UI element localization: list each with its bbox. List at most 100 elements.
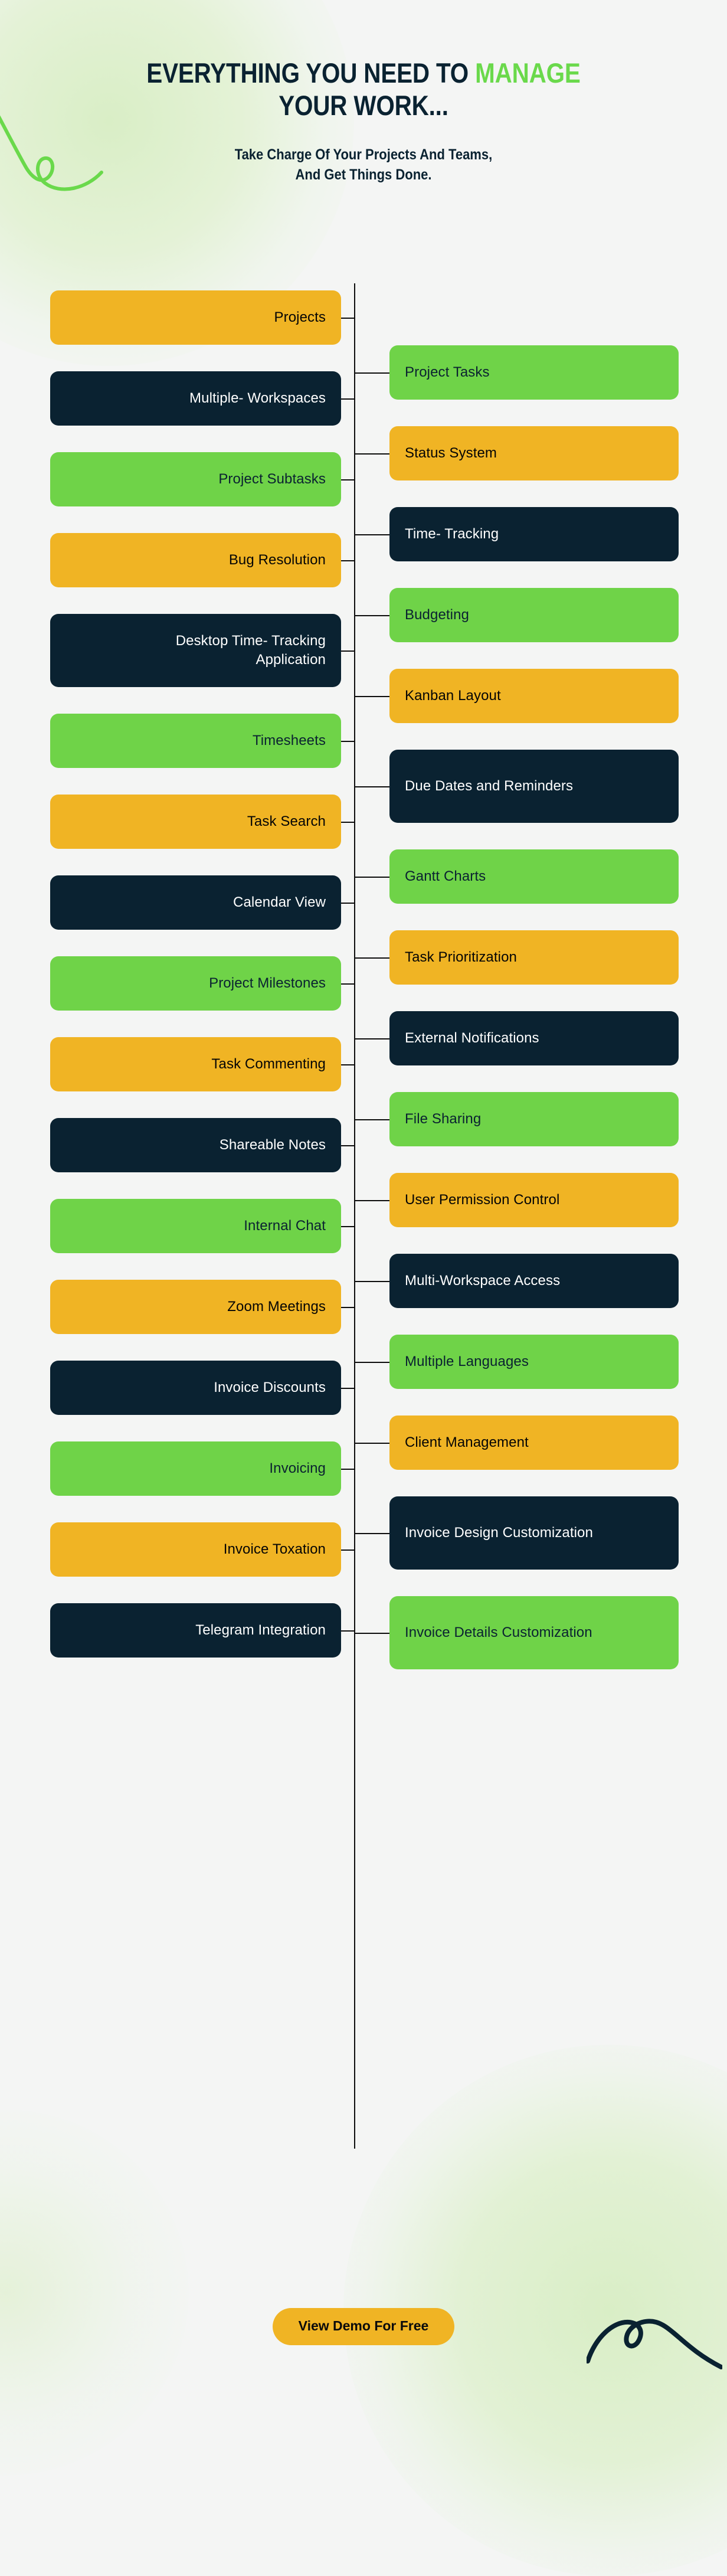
feature-card-left[interactable]: Zoom Meetings (50, 1280, 341, 1334)
timeline-connector (341, 1549, 354, 1551)
feature-card-label: Invoice Details Customization (405, 1624, 592, 1641)
timeline-connector (341, 560, 354, 561)
feature-card-label: Calendar View (233, 894, 326, 911)
feature-card-label: Internal Chat (244, 1218, 326, 1234)
feature-card-label: Kanban Layout (405, 688, 501, 704)
feature-card-label: Project Milestones (209, 975, 326, 992)
timeline-connector (355, 957, 389, 959)
timeline-connector (341, 1630, 354, 1632)
timeline-connector (355, 1362, 389, 1363)
feature-card-label: Invoice Design Customization (405, 1525, 593, 1541)
feature-card-left[interactable]: Invoice Discounts (50, 1361, 341, 1415)
background-blob-bottom-left (0, 2110, 189, 2476)
timeline-connector (341, 1307, 354, 1308)
feature-card-right[interactable]: Status System (389, 426, 679, 480)
timeline-connector (341, 1469, 354, 1470)
page-title-part2: YOUR WORK... (279, 90, 448, 122)
feature-card-right[interactable]: Client Management (389, 1416, 679, 1470)
feature-card-right[interactable]: Gantt Charts (389, 849, 679, 904)
feature-card-label: User Permission Control (405, 1192, 560, 1208)
feature-card-label: Desktop Time- Tracking Application (175, 633, 326, 668)
page-subtitle-line1: Take Charge Of Your Projects And Teams, (234, 146, 493, 163)
feature-card-label: Gantt Charts (405, 868, 486, 885)
feature-card-right[interactable]: Invoice Details Customization (389, 1596, 679, 1669)
timeline-connector (341, 650, 354, 652)
feature-card-left[interactable]: Bug Resolution (50, 533, 341, 587)
feature-card-left[interactable]: Task Commenting (50, 1037, 341, 1091)
feature-card-label: Projects (274, 309, 326, 326)
timeline-connector (341, 822, 354, 823)
feature-card-right[interactable]: Invoice Design Customization (389, 1496, 679, 1570)
feature-card-left[interactable]: Timesheets (50, 714, 341, 768)
timeline-connector (341, 741, 354, 742)
feature-card-label: Multi-Workspace Access (405, 1273, 561, 1289)
feature-card-left[interactable]: Task Search (50, 795, 341, 849)
timeline-connector (355, 1281, 389, 1282)
feature-card-label: Task Prioritization (405, 949, 517, 966)
timeline-connector (355, 453, 389, 455)
timeline-connector (341, 983, 354, 985)
view-demo-button[interactable]: View Demo For Free (272, 2308, 455, 2345)
feature-timeline: Projects Multiple- Workspaces Project Subt… (0, 283, 727, 2149)
timeline-connector (341, 1226, 354, 1227)
feature-card-label: Bug Resolution (228, 552, 326, 568)
feature-card-left[interactable]: Projects (50, 290, 341, 345)
feature-card-label: Task Commenting (211, 1056, 326, 1073)
timeline-connector (341, 1145, 354, 1146)
feature-card-left[interactable]: Internal Chat (50, 1199, 341, 1253)
cta-section: View Demo For Free (0, 2308, 727, 2345)
feature-card-label: Zoom Meetings (227, 1299, 326, 1315)
feature-card-left[interactable]: Invoicing (50, 1441, 341, 1496)
feature-card-right[interactable]: Multi-Workspace Access (389, 1254, 679, 1308)
feature-card-right[interactable]: User Permission Control (389, 1173, 679, 1227)
feature-card-left[interactable]: Desktop Time- Tracking Application (50, 614, 341, 687)
feature-card-label: Shareable Notes (219, 1137, 326, 1153)
timeline-connector (355, 615, 389, 616)
timeline-connector (355, 372, 389, 374)
page-subtitle-line2: And Get Things Done. (295, 166, 432, 184)
page-header: EVERYTHING YOU NEED TO MANAGE YOUR WORK.… (0, 57, 727, 185)
feature-card-label: Invoice Toxation (223, 1541, 326, 1558)
feature-card-left[interactable]: Calendar View (50, 875, 341, 930)
feature-card-left[interactable]: Project Milestones (50, 956, 341, 1011)
feature-card-right[interactable]: Budgeting (389, 588, 679, 642)
feature-card-right[interactable]: Due Dates and Reminders (389, 750, 679, 823)
feature-card-right[interactable]: Multiple Languages (389, 1335, 679, 1389)
feature-card-label: Time- Tracking (405, 526, 499, 542)
feature-card-left[interactable]: Shareable Notes (50, 1118, 341, 1172)
feature-card-right[interactable]: File Sharing (389, 1092, 679, 1146)
feature-card-left[interactable]: Telegram Integration (50, 1603, 341, 1658)
feature-card-label: Multiple Languages (405, 1354, 529, 1370)
feature-card-label: Client Management (405, 1434, 529, 1451)
timeline-connector (355, 1200, 389, 1201)
feature-card-label: Status System (405, 445, 497, 462)
feature-card-label: Budgeting (405, 607, 469, 623)
feature-card-right[interactable]: External Notifications (389, 1011, 679, 1065)
feature-card-label: Project Tasks (405, 364, 490, 381)
timeline-connector (355, 1119, 389, 1120)
timeline-connector (341, 1064, 354, 1065)
timeline-connector (341, 903, 354, 904)
timeline-connector (341, 1388, 354, 1389)
page-title-highlight: MANAGE (475, 57, 581, 89)
timeline-connector (355, 786, 389, 787)
feature-card-right[interactable]: Task Prioritization (389, 930, 679, 985)
feature-card-label: Project Subtasks (218, 471, 326, 488)
feature-card-left[interactable]: Multiple- Workspaces (50, 371, 341, 426)
feature-card-label: Telegram Integration (195, 1622, 326, 1639)
timeline-connector (355, 1038, 389, 1039)
timeline-connector (355, 877, 389, 878)
feature-card-right[interactable]: Kanban Layout (389, 669, 679, 723)
feature-card-right[interactable]: Project Tasks (389, 345, 679, 400)
timeline-connector (341, 479, 354, 480)
feature-card-label: Invoicing (269, 1460, 326, 1477)
feature-card-left[interactable]: Invoice Toxation (50, 1522, 341, 1577)
feature-card-left[interactable]: Project Subtasks (50, 452, 341, 506)
feature-card-right[interactable]: Time- Tracking (389, 507, 679, 561)
timeline-center-rail (354, 283, 355, 2149)
feature-card-label: Multiple- Workspaces (189, 390, 326, 407)
page-title-part1: EVERYTHING YOU NEED TO (146, 57, 476, 89)
feature-card-label: External Notifications (405, 1030, 539, 1047)
timeline-connector (341, 398, 354, 400)
feature-card-label: Due Dates and Reminders (405, 778, 574, 795)
